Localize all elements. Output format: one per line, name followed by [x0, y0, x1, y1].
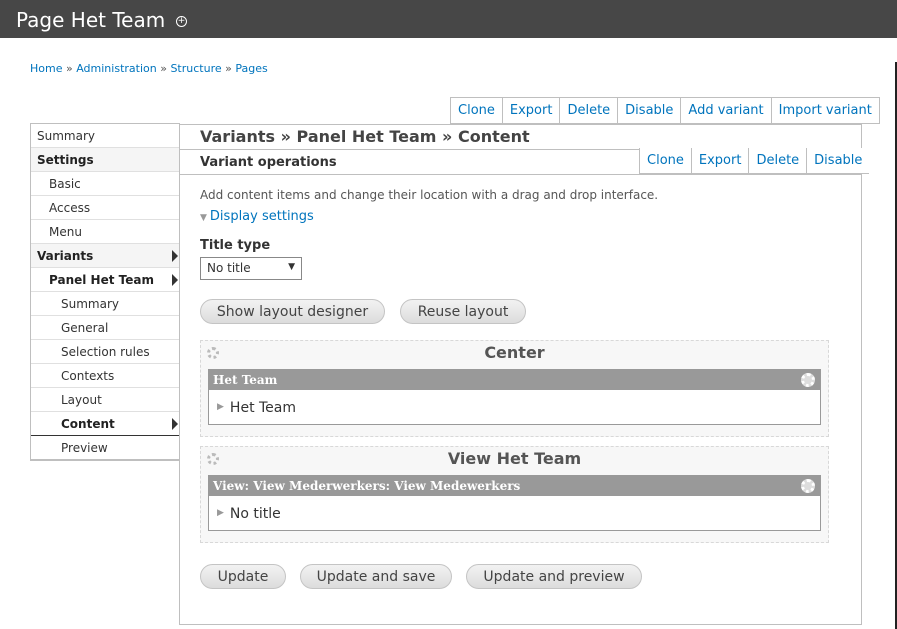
- sidebar-item-label: General: [61, 320, 109, 335]
- breadcrumb-administration[interactable]: Administration: [76, 62, 157, 75]
- display-settings-label: Display settings: [209, 209, 314, 224]
- update-button[interactable]: Update: [200, 564, 286, 589]
- sidebar-item-label: Variants: [37, 248, 94, 263]
- show-layout-designer-button[interactable]: Show layout designer: [200, 299, 385, 324]
- sidebar-item-label: Selection rules: [61, 344, 150, 359]
- update-and-preview-button[interactable]: Update and preview: [466, 564, 642, 589]
- title-type-value: No title: [207, 261, 251, 275]
- import-variant-link[interactable]: Import variant: [770, 98, 879, 123]
- pane-body: ▶ No title: [209, 496, 820, 530]
- breadcrumb: Home » Administration » Structure » Page…: [30, 62, 268, 75]
- variant-delete-link[interactable]: Delete: [748, 148, 806, 173]
- sidebar-nav: Summary Settings Basic Access Menu Varia…: [30, 123, 180, 461]
- sidebar-item-settings[interactable]: Settings: [31, 148, 180, 172]
- sidebar-item-label: Menu: [49, 224, 82, 239]
- sidebar-item-label: Settings: [37, 152, 94, 167]
- caret-down-icon: ▼: [288, 262, 295, 272]
- sidebar-item-panel-het-team[interactable]: Panel Het Team: [31, 268, 180, 292]
- breadcrumb-pages[interactable]: Pages: [235, 62, 267, 75]
- sidebar-item-label: Layout: [61, 392, 102, 407]
- update-and-save-button[interactable]: Update and save: [300, 564, 452, 589]
- triangle-right-icon[interactable]: ▶: [217, 508, 224, 518]
- content-pane[interactable]: View: View Mederwerkers: View Medewerker…: [208, 475, 821, 531]
- sidebar-item-access[interactable]: Access: [31, 196, 180, 220]
- page-clone-link[interactable]: Clone: [451, 98, 502, 123]
- reuse-layout-button[interactable]: Reuse layout: [400, 299, 526, 324]
- variant-disable-link[interactable]: Disable: [806, 148, 869, 173]
- display-settings-toggle[interactable]: ▼ Display settings: [200, 209, 314, 224]
- sidebar-item-summary[interactable]: Summary: [31, 124, 180, 148]
- sidebar-item-variant-summary[interactable]: Summary: [31, 292, 180, 316]
- pane-title-bar[interactable]: Het Team: [209, 370, 820, 390]
- sidebar-item-label: Contexts: [61, 368, 115, 383]
- sidebar-item-label: Access: [49, 200, 91, 215]
- title-type-select[interactable]: No title ▼: [200, 257, 302, 280]
- triangle-right-icon[interactable]: ▶: [217, 402, 224, 412]
- gear-icon[interactable]: [801, 479, 815, 493]
- region-title: Center: [484, 343, 545, 362]
- variant-export-link[interactable]: Export: [690, 148, 749, 173]
- sidebar-item-content[interactable]: Content: [31, 412, 180, 436]
- variant-clone-link[interactable]: Clone: [640, 148, 691, 173]
- arrow-right-icon: [172, 418, 178, 430]
- content-pane[interactable]: Het Team ▶ Het Team: [208, 369, 821, 425]
- sidebar-item-selection-rules[interactable]: Selection rules: [31, 340, 180, 364]
- plus-circle-icon[interactable]: +: [176, 16, 187, 27]
- triangle-down-icon: ▼: [200, 213, 207, 223]
- breadcrumb-separator: »: [225, 62, 232, 75]
- sidebar-item-label: Preview: [61, 440, 108, 455]
- sidebar-item-basic[interactable]: Basic: [31, 172, 180, 196]
- content-title: Variants » Panel Het Team » Content: [200, 127, 530, 146]
- pane-body-title: Het Team: [229, 400, 297, 416]
- sidebar-item-label: Basic: [49, 176, 81, 191]
- sidebar-item-label: Summary: [61, 296, 119, 311]
- arrow-right-icon: [172, 274, 178, 286]
- main-content: Variants » Panel Het Team » Content Vari…: [179, 124, 862, 625]
- pane-title: Het Team: [213, 373, 278, 387]
- sidebar-item-contexts[interactable]: Contexts: [31, 364, 180, 388]
- breadcrumb-home[interactable]: Home: [30, 62, 62, 75]
- content-description: Add content items and change their locat…: [200, 188, 659, 202]
- sidebar-item-menu[interactable]: Menu: [31, 220, 180, 244]
- page-export-link[interactable]: Export: [501, 98, 560, 123]
- sidebar-item-label: Panel Het Team: [49, 272, 154, 287]
- region-view-het-team: View Het Team View: View Mederwerkers: V…: [200, 446, 829, 543]
- pane-body-title: No title: [229, 506, 281, 522]
- gear-icon[interactable]: [801, 373, 815, 387]
- add-variant-link[interactable]: Add variant: [680, 98, 770, 123]
- sidebar-item-general[interactable]: General: [31, 316, 180, 340]
- sidebar-item-preview[interactable]: Preview: [31, 436, 180, 460]
- sidebar-item-label: Summary: [37, 128, 95, 143]
- title-type-label: Title type: [200, 238, 271, 253]
- pane-body: ▶ Het Team: [209, 390, 820, 424]
- sidebar-item-variants[interactable]: Variants: [31, 244, 180, 268]
- breadcrumb-separator: »: [65, 62, 73, 75]
- breadcrumb-separator: »: [160, 62, 167, 75]
- breadcrumb-structure[interactable]: Structure: [170, 62, 221, 75]
- pane-title: View: View Mederwerkers: View Medewerker…: [213, 479, 521, 493]
- pane-title-bar[interactable]: View: View Mederwerkers: View Medewerker…: [209, 476, 820, 496]
- page-header: Page Het Team +: [0, 0, 897, 38]
- page-delete-link[interactable]: Delete: [559, 98, 617, 123]
- variant-operations: Clone Export Delete Disable: [639, 148, 870, 174]
- sidebar-item-layout[interactable]: Layout: [31, 388, 180, 412]
- page-operations: Clone Export Delete Disable Add variant …: [450, 97, 880, 124]
- page-disable-link[interactable]: Disable: [617, 98, 680, 123]
- arrow-right-icon: [172, 250, 178, 262]
- region-title: View Het Team: [447, 449, 582, 468]
- region-center: Center Het Team ▶ Het Team: [200, 340, 829, 437]
- variant-operations-label: Variant operations: [200, 155, 337, 170]
- page-title: Page Het Team: [16, 8, 166, 32]
- sidebar-item-label: Content: [61, 416, 115, 431]
